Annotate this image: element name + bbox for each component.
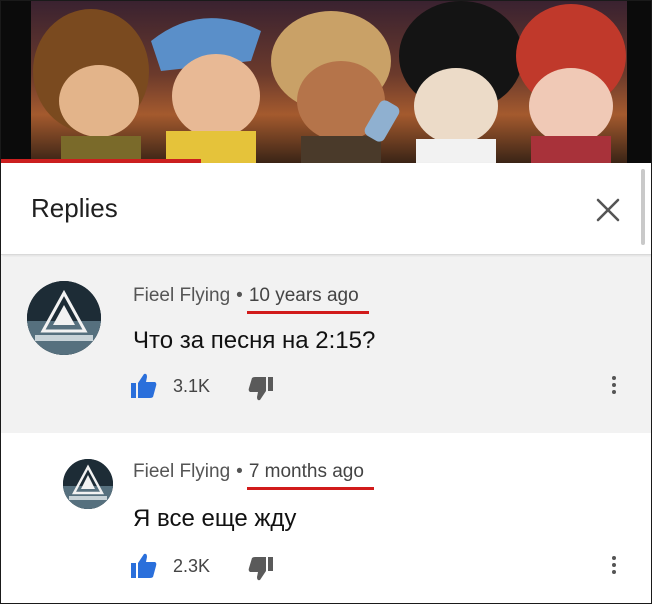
replies-header: Replies (1, 163, 651, 255)
like-count: 3.1K (173, 376, 211, 396)
comment-timestamp: 7 months ago (248, 461, 364, 482)
more-vert-icon[interactable] (607, 553, 621, 583)
thumb-up-icon[interactable] (129, 551, 159, 581)
author-name[interactable]: Fieel Flying (133, 461, 230, 482)
meta-separator: • (236, 461, 243, 482)
replies-title: Replies (31, 193, 118, 223)
thumb-down-icon[interactable] (247, 555, 275, 583)
thumbnail-artwork (33, 1, 626, 163)
app-frame: Replies Fieel Flying • 10 years ago Что … (0, 0, 652, 604)
video-thumbnail[interactable] (1, 1, 651, 163)
comment-meta: Fieel Flying • 7 months ago (133, 461, 364, 483)
comment-text: Что за песня на 2:15? (133, 327, 376, 354)
scrollbar[interactable] (641, 169, 645, 245)
close-icon[interactable] (591, 193, 625, 227)
more-vert-icon[interactable] (607, 373, 621, 403)
comment-text: Я все еще жду (133, 505, 297, 532)
thumb-down-icon[interactable] (247, 375, 275, 403)
like-count: 2.3K (173, 556, 211, 576)
thumb-up-icon[interactable] (129, 371, 159, 401)
